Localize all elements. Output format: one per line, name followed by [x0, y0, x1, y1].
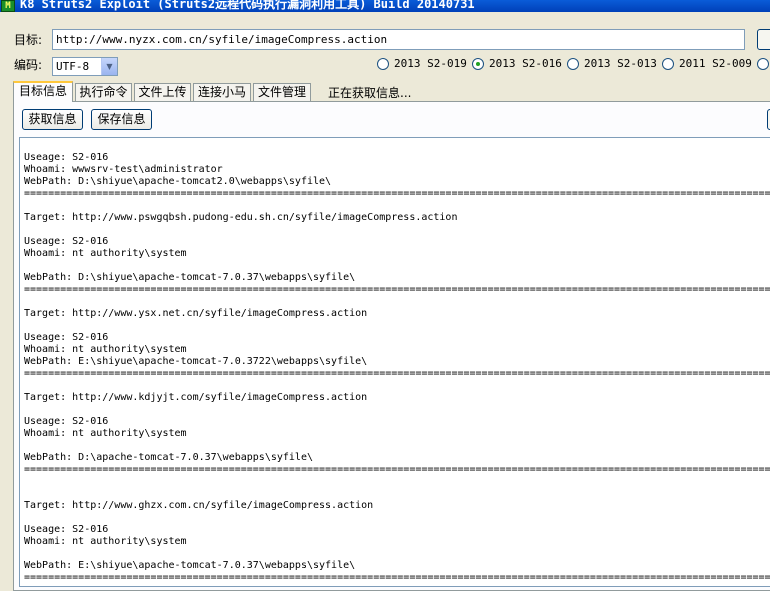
save-info-button[interactable]: 保存信息 — [91, 109, 152, 130]
window-title: K8 Struts2 Exploit (Struts2远程代码执行漏洞利用工具)… — [20, 0, 475, 11]
tab-file-manager[interactable]: 文件管理 — [253, 83, 311, 101]
tab-target-info[interactable]: 目标信息 — [13, 81, 73, 102]
go-button[interactable] — [757, 29, 770, 50]
radio-circle-selected[interactable] — [472, 58, 484, 70]
output-textarea[interactable]: Useage: S2-016 Whoami: wwwsrv-test\admin… — [19, 137, 770, 587]
radio-circle[interactable] — [377, 58, 389, 70]
encoding-label: 编码: — [14, 58, 43, 72]
radio-dot — [476, 62, 480, 66]
radio-label: 2013 S2-016 — [489, 57, 562, 70]
tab-file-upload[interactable]: 文件上传 — [134, 83, 191, 101]
radio-label: 2013 S2-013 — [584, 57, 657, 70]
title-bar[interactable]: M K8 Struts2 Exploit (Struts2远程代码执行漏洞利用工… — [0, 0, 770, 12]
output-log: Useage: S2-016 Whoami: wwwsrv-test\admin… — [24, 152, 770, 583]
target-label: 目标: — [14, 33, 43, 47]
encoding-select[interactable]: UTF-8 ▼ — [52, 57, 118, 76]
status-text: 正在获取信息... — [328, 86, 412, 100]
radio-label: 2013 S2-019 — [394, 57, 467, 70]
tab-connect-shell[interactable]: 连接小马 — [193, 83, 251, 101]
radio-circle[interactable] — [757, 58, 769, 70]
radio-circle[interactable] — [662, 58, 674, 70]
app-icon: M — [1, 0, 15, 12]
radio-label: 2011 S2-009 — [679, 57, 752, 70]
chevron-down-icon[interactable]: ▼ — [101, 58, 117, 75]
target-url-input[interactable]: http://www.nyzx.com.cn/syfile/imageCompr… — [52, 29, 745, 50]
get-info-button[interactable]: 获取信息 — [22, 109, 83, 130]
tab-execute-command[interactable]: 执行命令 — [75, 83, 132, 101]
radio-circle[interactable] — [567, 58, 579, 70]
encoding-value: UTF-8 — [56, 60, 90, 73]
